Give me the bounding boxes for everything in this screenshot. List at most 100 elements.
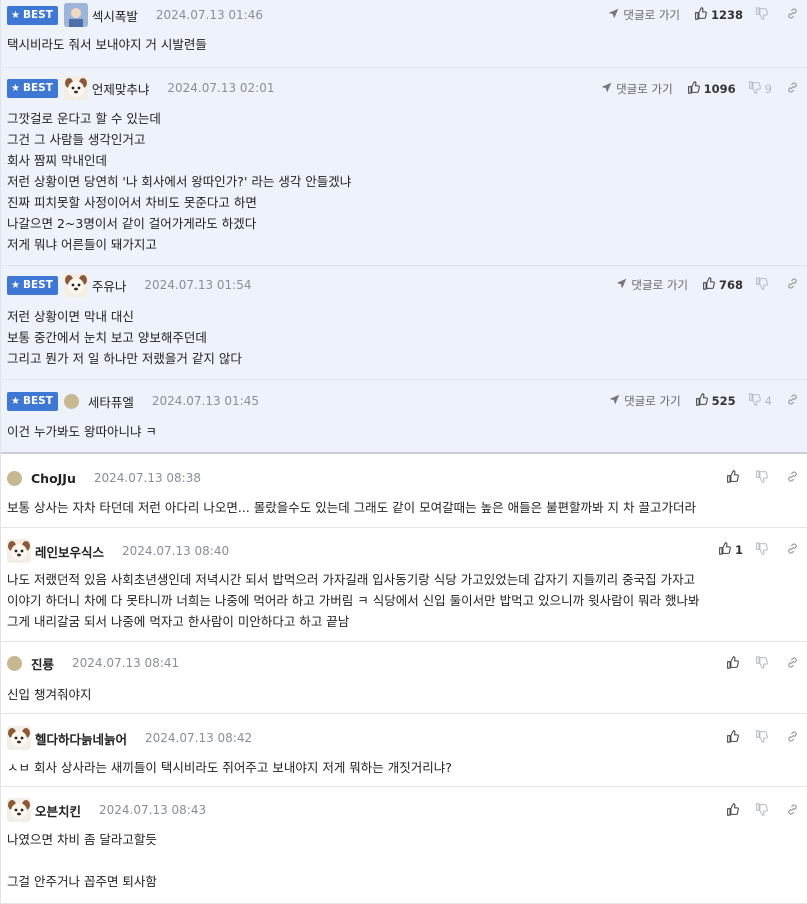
comment-line: 그깟걸로 운다고 할 수 있는데 — [7, 111, 161, 126]
comment-actions: 댓글로 가기 525 4 — [609, 392, 799, 410]
link-icon — [786, 470, 799, 486]
share-link-button[interactable] — [786, 470, 799, 486]
like-button[interactable]: 525 — [695, 393, 736, 409]
share-link-button[interactable] — [786, 7, 799, 23]
comment-actions — [726, 655, 799, 673]
like-button[interactable] — [726, 730, 743, 746]
dislike-button[interactable] — [755, 730, 772, 746]
comment-line: 이건 누가봐도 왕따아니냐 ㅋ — [7, 424, 157, 439]
like-button[interactable]: 1238 — [694, 7, 743, 23]
comment-list: ★ BEST 섹시폭발 2024.07.13 01:46 댓글로 가기 1238 택시비라도… — [0, 0, 807, 904]
comment-actions — [726, 729, 799, 747]
dislike-button[interactable] — [755, 656, 772, 672]
like-count: 1096 — [703, 82, 736, 96]
like-count: 1238 — [710, 8, 743, 22]
dislike-count: 4 — [764, 394, 772, 408]
best-label: BEST — [22, 279, 53, 291]
dislike-button[interactable]: 4 — [748, 393, 772, 409]
thumbs-down-icon — [755, 656, 772, 672]
dislike-button[interactable] — [755, 803, 772, 819]
avatar[interactable] — [7, 470, 22, 486]
comment-header: 진룡 2024.07.13 08:41 — [7, 652, 179, 674]
avatar[interactable] — [63, 3, 88, 27]
comment-line: ㅅㅂ 회사 상사라는 새끼들이 택시비라도 쥐어주고 보내야지 저게 뭐하는 개… — [7, 760, 452, 775]
comment-item: 진룡 2024.07.13 08:41 신입 챙겨줘야지 — [1, 642, 807, 714]
comment-header: ★ BEST 섹시폭발 2024.07.13 01:46 — [7, 3, 263, 27]
share-link-button[interactable] — [786, 277, 799, 293]
comment-line: 그게 내리갈굼 되서 나중에 먹자고 한사람이 미안하다고 하고 끝남 — [7, 614, 350, 629]
like-button[interactable] — [726, 803, 743, 819]
share-link-button[interactable] — [786, 730, 799, 746]
comment-body: 나도 저랬던적 있음 사회초년생인데 저녁시간 되서 밥먹으러 가자길래 입사동… — [7, 569, 700, 632]
author-name[interactable]: 섹시폭발 — [92, 6, 138, 25]
share-link-button[interactable] — [786, 803, 799, 819]
link-icon — [786, 656, 799, 672]
dislike-button[interactable] — [755, 542, 772, 558]
thumbs-up-icon — [726, 803, 743, 819]
comment-actions: 댓글로 가기 1096 9 — [601, 80, 799, 98]
goto-comment-link[interactable]: 댓글로 가기 — [608, 7, 680, 23]
like-button[interactable] — [726, 470, 743, 486]
comment-item: 헬다하다늙네늙어 2024.07.13 08:42 ㅅㅂ 회사 상사라는 새끼들이 … — [1, 714, 807, 787]
author-name[interactable]: 오븐치킨 — [35, 801, 81, 820]
link-icon — [786, 803, 799, 819]
dislike-count: 9 — [764, 82, 772, 96]
author-name[interactable]: 주유나 — [92, 276, 127, 295]
like-button[interactable]: 1 — [718, 542, 743, 558]
best-badge: ★ BEST — [7, 391, 58, 411]
best-label: BEST — [22, 9, 53, 21]
share-link-button[interactable] — [786, 656, 799, 672]
avatar[interactable] — [63, 393, 79, 409]
author-name[interactable]: ChoJJu — [31, 471, 76, 486]
like-button[interactable] — [726, 656, 743, 672]
comment-line: 나였으면 차비 좀 달라고할듯 — [7, 832, 157, 847]
comment-line: 나갈으면 2~3명이서 같이 걸어가게라도 하겠다 — [7, 216, 257, 231]
link-icon — [786, 730, 799, 746]
comment-line: 나도 저랬던적 있음 사회초년생인데 저녁시간 되서 밥먹으러 가자길래 입사동… — [7, 572, 696, 587]
avatar[interactable] — [7, 726, 31, 750]
comment-body: 이건 누가봐도 왕따아니냐 ㅋ — [7, 421, 157, 442]
like-count: 525 — [711, 394, 736, 408]
comment-header: 오븐치킨 2024.07.13 08:43 — [7, 798, 206, 822]
thumbs-up-icon — [718, 542, 735, 558]
goto-comment-link[interactable]: 댓글로 가기 — [609, 393, 681, 409]
avatar[interactable] — [63, 273, 88, 297]
share-link-button[interactable] — [786, 393, 799, 409]
avatar[interactable] — [63, 76, 88, 100]
comment-header: 레인보우식스 2024.07.13 08:40 — [7, 539, 229, 563]
avatar[interactable] — [7, 539, 31, 563]
comment-header: ★ BEST 세타퓨엘 2024.07.13 01:45 — [7, 390, 259, 412]
thumbs-up-icon — [726, 730, 743, 746]
goto-label: 댓글로 가기 — [623, 8, 680, 22]
comment-line: 이야기 하더니 차에 다 못타니까 너희는 나중에 먹어라 하고 가버림 ㅋ 식… — [7, 593, 700, 608]
best-badge: ★ BEST — [7, 275, 58, 295]
goto-label: 댓글로 가기 — [624, 394, 681, 408]
comment-body: 보통 상사는 자차 타던데 저런 아다리 나오면... 몰랐을수도 있는데 그래… — [7, 497, 696, 518]
author-name[interactable]: 언제맞추냐 — [92, 79, 150, 98]
author-name[interactable]: 레인보우식스 — [35, 542, 104, 561]
author-name[interactable]: 진룡 — [31, 654, 54, 673]
thumbs-up-icon — [695, 393, 712, 409]
dislike-button[interactable] — [755, 7, 772, 23]
goto-comment-link[interactable]: 댓글로 가기 — [601, 81, 673, 97]
best-comment: ★ BEST 섹시폭발 2024.07.13 01:46 댓글로 가기 1238 택시비라도… — [1, 0, 807, 68]
share-link-button[interactable] — [786, 81, 799, 97]
author-name[interactable]: 세타퓨엘 — [88, 392, 134, 411]
avatar[interactable] — [7, 798, 31, 822]
comment-line: 보통 중간에서 눈치 보고 양보해주던데 — [7, 330, 207, 345]
avatar[interactable] — [7, 655, 22, 671]
like-button[interactable]: 768 — [702, 277, 743, 293]
thumbs-up-icon — [726, 470, 743, 486]
goto-comment-link[interactable]: 댓글로 가기 — [616, 277, 688, 293]
star-icon: ★ — [11, 279, 20, 291]
share-link-button[interactable] — [786, 542, 799, 558]
dislike-button[interactable]: 9 — [748, 81, 772, 97]
comment-header: ★ BEST 주유나 2024.07.13 01:54 — [7, 273, 252, 297]
dislike-button[interactable] — [755, 277, 772, 293]
best-comment: ★ BEST 주유나 2024.07.13 01:54 댓글로 가기 768 저런 상황이면… — [1, 266, 807, 380]
thumbs-down-icon — [755, 730, 772, 746]
dislike-button[interactable] — [755, 470, 772, 486]
author-name[interactable]: 헬다하다늙네늙어 — [35, 729, 127, 748]
comment-line: 저게 뭐냐 어른들이 돼가지고 — [7, 237, 157, 252]
like-button[interactable]: 1096 — [687, 81, 736, 97]
